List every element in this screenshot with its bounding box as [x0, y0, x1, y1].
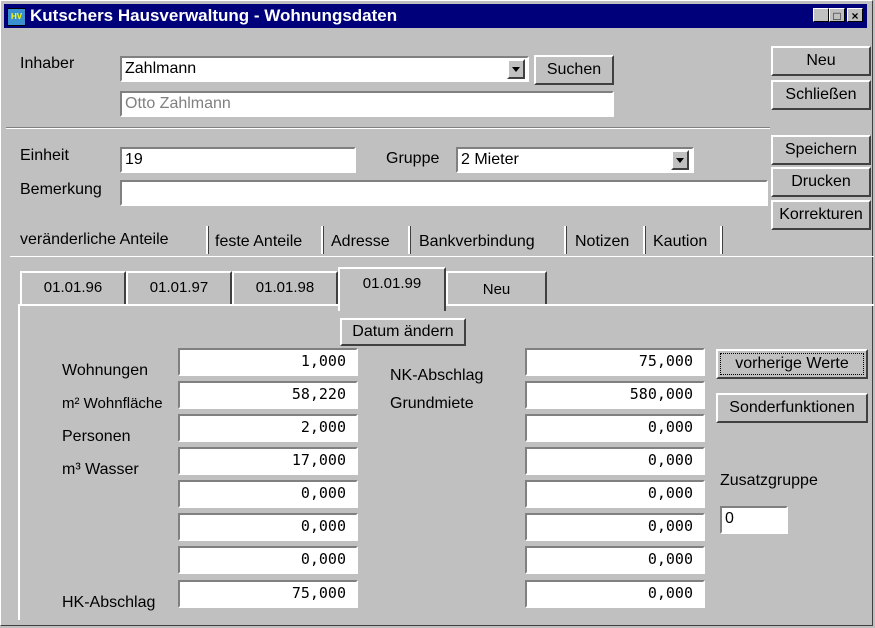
- left-value-7[interactable]: 0,000: [178, 546, 358, 574]
- close-button[interactable]: Schließen: [771, 80, 871, 110]
- owner-combo[interactable]: Zahlmann: [120, 56, 529, 82]
- extra-group-label: Zusatzgruppe: [720, 472, 818, 489]
- save-button[interactable]: Speichern: [771, 135, 871, 165]
- tab-fixed-shares[interactable]: feste Anteile: [215, 232, 302, 252]
- left-value-6[interactable]: 0,000: [178, 513, 358, 541]
- date-tab-new[interactable]: Neu: [446, 271, 547, 305]
- tab-deposit[interactable]: Kaution: [653, 232, 707, 252]
- owner-label: Inhaber: [20, 55, 75, 72]
- tab-bank[interactable]: Bankverbindung: [419, 232, 535, 252]
- title-bar: HV Kutschers Hausverwaltung - Wohnungsda…: [4, 4, 867, 28]
- close-icon[interactable]: ×: [847, 8, 863, 23]
- date-tab-1999[interactable]: 01.01.99: [338, 267, 446, 311]
- label-water: m³ Wasser: [62, 461, 139, 478]
- right-value-3[interactable]: 0,000: [525, 414, 705, 442]
- label-persons: Personen: [62, 428, 131, 445]
- special-functions-button[interactable]: Sonderfunktionen: [716, 393, 868, 423]
- unit-field[interactable]: 19: [120, 147, 356, 173]
- app-icon: HV: [7, 8, 26, 26]
- date-tab-1996[interactable]: 01.01.96: [20, 271, 126, 305]
- minimize-icon[interactable]: _: [813, 8, 829, 23]
- label-nk-prepayment: NK-Abschlag: [390, 367, 484, 384]
- right-value-2[interactable]: 580,000: [525, 381, 705, 409]
- label-apartments: Wohnungen: [62, 362, 148, 379]
- right-value-7[interactable]: 0,000: [525, 546, 705, 574]
- owner-value: Zahlmann: [125, 60, 197, 77]
- label-living-area: m² Wohnfläche: [62, 395, 163, 412]
- right-value-5[interactable]: 0,000: [525, 480, 705, 508]
- print-button[interactable]: Drucken: [771, 167, 871, 197]
- extra-group-field[interactable]: 0: [720, 506, 788, 534]
- right-value-1[interactable]: 75,000: [525, 348, 705, 376]
- change-date-button[interactable]: Datum ändern: [340, 318, 466, 346]
- maximize-icon[interactable]: □: [829, 8, 845, 23]
- group-combo[interactable]: 2 Mieter: [456, 147, 694, 173]
- unit-label: Einheit: [20, 147, 69, 164]
- right-value-6[interactable]: 0,000: [525, 513, 705, 541]
- previous-values-button[interactable]: vorherige Werte: [716, 349, 868, 379]
- tab-notes[interactable]: Notizen: [575, 232, 629, 252]
- group-label: Gruppe: [386, 150, 440, 167]
- label-base-rent: Grundmiete: [390, 395, 474, 412]
- label-heating-prepayment: HK-Abschlag: [62, 594, 156, 611]
- right-value-4[interactable]: 0,000: [525, 447, 705, 475]
- tab-address[interactable]: Adresse: [331, 232, 390, 252]
- left-value-5[interactable]: 0,000: [178, 480, 358, 508]
- left-value-3[interactable]: 2,000: [178, 414, 358, 442]
- corrections-button[interactable]: Korrekturen: [771, 200, 871, 230]
- window-title: Kutschers Hausverwaltung - Wohnungsdaten: [30, 6, 398, 25]
- chevron-down-icon[interactable]: [671, 150, 689, 170]
- new-button[interactable]: Neu: [771, 46, 871, 76]
- left-value-4[interactable]: 17,000: [178, 447, 358, 475]
- date-tab-1997[interactable]: 01.01.97: [126, 271, 232, 305]
- search-button[interactable]: Suchen: [534, 55, 614, 85]
- owner-fullname-field: Otto Zahlmann: [120, 91, 614, 117]
- group-value: 2 Mieter: [461, 151, 519, 168]
- remark-field[interactable]: [120, 180, 768, 206]
- remark-label: Bemerkung: [20, 181, 102, 198]
- left-value-1[interactable]: 1,000: [178, 348, 358, 376]
- chevron-down-icon[interactable]: [507, 59, 525, 79]
- date-tab-1998[interactable]: 01.01.98: [232, 271, 338, 305]
- left-value-8[interactable]: 75,000: [178, 580, 358, 608]
- tab-variable-shares[interactable]: veränderliche Anteile: [20, 230, 169, 250]
- left-value-2[interactable]: 58,220: [178, 381, 358, 409]
- right-value-8[interactable]: 0,000: [525, 580, 705, 608]
